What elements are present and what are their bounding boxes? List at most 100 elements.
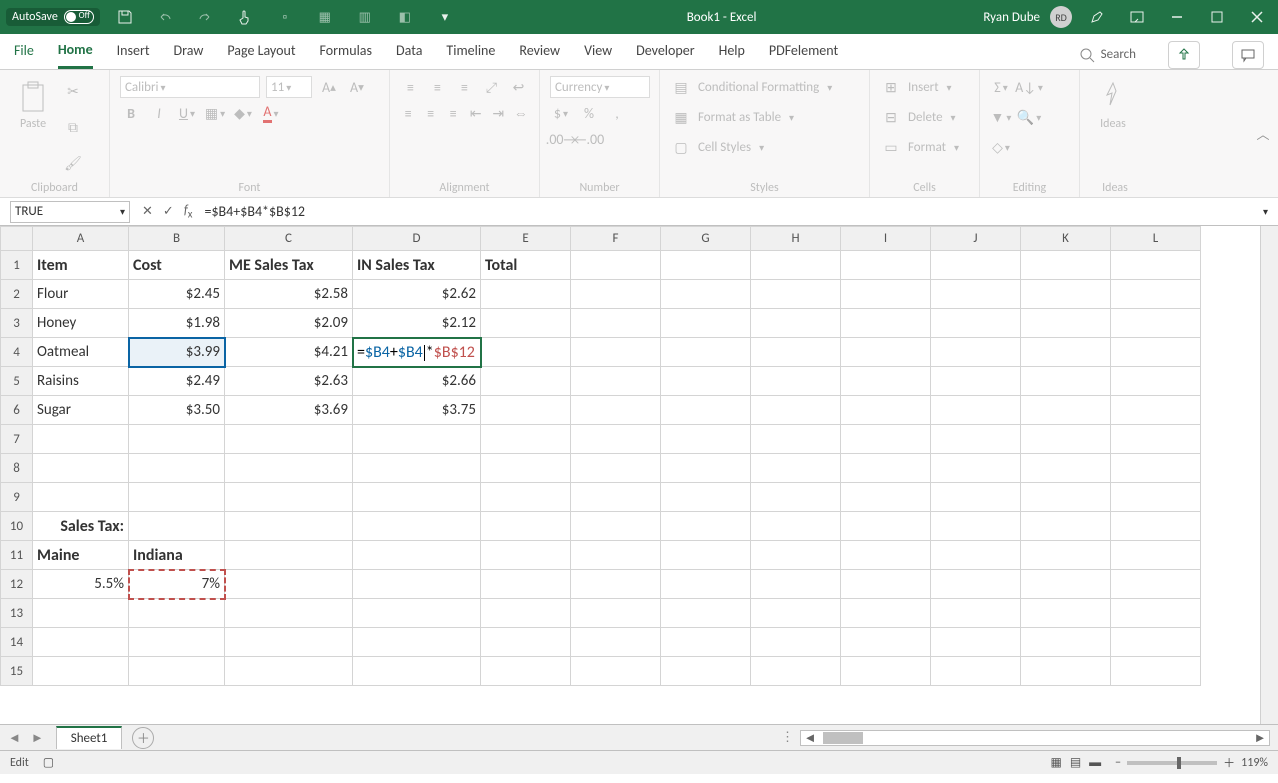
row-header-12[interactable]: 12	[1, 570, 33, 599]
cell-E8[interactable]	[481, 454, 571, 483]
cell-K2[interactable]	[1021, 280, 1111, 309]
tab-review[interactable]: Review	[519, 42, 560, 67]
cell-I3[interactable]	[841, 309, 931, 338]
col-header-H[interactable]: H	[751, 227, 841, 251]
cell-H15[interactable]	[751, 657, 841, 686]
row-header-7[interactable]: 7	[1, 425, 33, 454]
cell-L3[interactable]	[1111, 309, 1201, 338]
tab-pdfelement[interactable]: PDFelement	[769, 42, 838, 67]
col-header-A[interactable]: A	[33, 227, 129, 251]
cell-K4[interactable]	[1021, 338, 1111, 367]
cell-L10[interactable]	[1111, 512, 1201, 541]
cell-D7[interactable]	[353, 425, 481, 454]
decrease-font-icon[interactable]: A▾	[346, 76, 368, 98]
cell-H6[interactable]	[751, 396, 841, 425]
row-header-10[interactable]: 10	[1, 512, 33, 541]
ideas-button[interactable]: Ideas	[1090, 76, 1136, 136]
cell-D10[interactable]	[353, 512, 481, 541]
expand-formula-bar-icon[interactable]: ▾	[1263, 205, 1268, 218]
align-bottom-icon[interactable]: ≡	[454, 76, 475, 98]
cancel-formula-icon[interactable]: ✕	[142, 204, 153, 219]
format-cells-button[interactable]: ▭Format▾	[880, 136, 969, 158]
zoom-level[interactable]: 119%	[1241, 756, 1268, 770]
cell-F14[interactable]	[571, 628, 661, 657]
cell-I7[interactable]	[841, 425, 931, 454]
cell-H7[interactable]	[751, 425, 841, 454]
cell-G1[interactable]	[661, 251, 751, 280]
cell-L14[interactable]	[1111, 628, 1201, 657]
cell-H11[interactable]	[751, 541, 841, 570]
macro-record-icon[interactable]: ▢	[43, 755, 54, 770]
col-header-E[interactable]: E	[481, 227, 571, 251]
cell-D2[interactable]: $2.62	[353, 280, 481, 309]
cell-J13[interactable]	[931, 599, 1021, 628]
zoom-in-icon[interactable]: ＋	[1223, 754, 1235, 771]
cell-I10[interactable]	[841, 512, 931, 541]
cell-J7[interactable]	[931, 425, 1021, 454]
cell-G11[interactable]	[661, 541, 751, 570]
cell-A8[interactable]	[33, 454, 129, 483]
cell-K8[interactable]	[1021, 454, 1111, 483]
cell-J6[interactable]	[931, 396, 1021, 425]
row-header-5[interactable]: 5	[1, 367, 33, 396]
cell-A15[interactable]	[33, 657, 129, 686]
cell-L5[interactable]	[1111, 367, 1201, 396]
cell-L11[interactable]	[1111, 541, 1201, 570]
tab-home[interactable]: Home	[58, 41, 93, 69]
cell-I13[interactable]	[841, 599, 931, 628]
cell-I8[interactable]	[841, 454, 931, 483]
cell-G13[interactable]	[661, 599, 751, 628]
cell-A12[interactable]: 5.5%	[33, 570, 129, 599]
undo-icon[interactable]	[150, 2, 180, 32]
cell-I14[interactable]	[841, 628, 931, 657]
orientation-icon[interactable]: ⤢	[481, 76, 502, 98]
cell-J12[interactable]	[931, 570, 1021, 599]
cell-L6[interactable]	[1111, 396, 1201, 425]
cell-K1[interactable]	[1021, 251, 1111, 280]
align-left-icon[interactable]: ≡	[400, 102, 417, 124]
cell-D12[interactable]	[353, 570, 481, 599]
cell-G12[interactable]	[661, 570, 751, 599]
cell-E12[interactable]	[481, 570, 571, 599]
conditional-formatting-button[interactable]: ▤Conditional Formatting▾	[670, 76, 859, 98]
italic-icon[interactable]: I	[148, 102, 170, 124]
cell-G3[interactable]	[661, 309, 751, 338]
cell-J11[interactable]	[931, 541, 1021, 570]
decrease-decimal-icon[interactable]: ←.00	[578, 128, 600, 150]
cell-C8[interactable]	[225, 454, 353, 483]
cell-B4[interactable]: $3.99	[129, 338, 225, 367]
cell-C13[interactable]	[225, 599, 353, 628]
paste-button[interactable]: Paste	[10, 76, 56, 136]
cell-K13[interactable]	[1021, 599, 1111, 628]
decrease-indent-icon[interactable]: ⇤	[468, 102, 485, 124]
cell-G2[interactable]	[661, 280, 751, 309]
col-header-J[interactable]: J	[931, 227, 1021, 251]
cell-J9[interactable]	[931, 483, 1021, 512]
cell-K5[interactable]	[1021, 367, 1111, 396]
cell-A4[interactable]: Oatmeal	[33, 338, 129, 367]
tab-timeline[interactable]: Timeline	[446, 42, 495, 67]
cell-J8[interactable]	[931, 454, 1021, 483]
cell-C2[interactable]: $2.58	[225, 280, 353, 309]
cell-C7[interactable]	[225, 425, 353, 454]
cell-D3[interactable]: $2.12	[353, 309, 481, 338]
share-button[interactable]	[1168, 41, 1200, 69]
cell-J5[interactable]	[931, 367, 1021, 396]
row-header-11[interactable]: 11	[1, 541, 33, 570]
fill-icon[interactable]: ▼▾	[990, 106, 1012, 128]
cell-E3[interactable]	[481, 309, 571, 338]
wrap-text-icon[interactable]: ↩	[508, 76, 529, 98]
row-header-14[interactable]: 14	[1, 628, 33, 657]
zoom-out-icon[interactable]: −	[1115, 756, 1121, 770]
cut-icon[interactable]: ✂	[62, 81, 84, 103]
cell-K14[interactable]	[1021, 628, 1111, 657]
cell-A6[interactable]: Sugar	[33, 396, 129, 425]
cell-L2[interactable]	[1111, 280, 1201, 309]
find-icon[interactable]: 🔍▾	[1018, 106, 1040, 128]
cell-H9[interactable]	[751, 483, 841, 512]
cell-D9[interactable]	[353, 483, 481, 512]
cell-L8[interactable]	[1111, 454, 1201, 483]
cell-A2[interactable]: Flour	[33, 280, 129, 309]
merge-center-icon[interactable]: ⇔	[513, 102, 530, 124]
zoom-slider[interactable]	[1127, 761, 1217, 765]
